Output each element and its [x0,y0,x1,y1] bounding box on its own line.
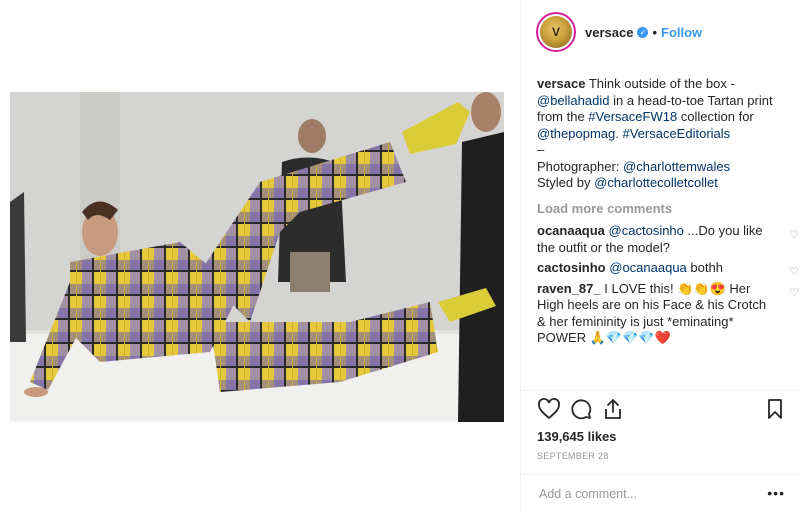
heart-icon[interactable] [537,397,561,421]
stylist-mention[interactable]: @charlottecolletcollet [594,175,718,190]
caption-hashtag-1[interactable]: #VersaceFW18 [588,109,677,124]
likes-count[interactable]: 139,645 likes [537,429,617,444]
photographer-label: Photographer: [537,158,624,174]
stylist-label: Styled by [537,175,595,190]
post-header: V versace ✓ • Follow [521,0,800,64]
comment-username[interactable]: ocanaaqua [537,223,605,238]
author-username[interactable]: versace [585,25,633,40]
comment-icon[interactable] [569,397,593,421]
comment-username[interactable]: cactosinho [537,260,606,275]
photographer-mention[interactable]: @charlottemwales [623,159,730,174]
comment-username[interactable]: raven_87_ [537,281,601,296]
photo-panel [0,0,520,511]
comment-heart-icon[interactable]: ♡ [789,285,799,302]
comment-mention[interactable]: @ocanaaqua [609,260,687,275]
caption-mention-2[interactable]: @thepopmag [537,126,615,141]
share-icon[interactable] [601,397,625,421]
load-more-comments-button[interactable]: Load more comments [537,201,787,218]
bookmark-icon[interactable] [763,397,787,421]
caption: versace Think outside of the box - @bell… [537,76,787,192]
comment-text: bothh [686,260,723,275]
comment-heart-icon[interactable]: ♡ [789,264,799,281]
caption-text-1: Think outside of the box - [588,76,735,91]
caption-stylist-line: Styled by @charlottecolletcollet [537,175,787,192]
post-date: SEPTEMBER 28 [537,451,609,461]
header-line: versace ✓ • Follow [585,25,702,40]
caption-text-3: collection for [677,109,754,124]
comment-input[interactable] [537,486,761,502]
caption-mention-1[interactable]: @bellahadid [537,93,609,108]
comment-item: raven_87_ I LOVE this! 👏👏😍 Her High heel… [537,281,799,347]
post-image[interactable] [10,92,504,422]
caption-username[interactable]: versace [537,76,585,91]
comment-item: cactosinho @ocanaaqua bothh ♡ [537,260,799,278]
post-image-art [10,92,504,422]
caption-dash: – [537,142,545,157]
comment-item: ocanaaqua @cactosinho ...Do you like the… [537,223,799,256]
caption-hashtag-2[interactable]: #VersaceEditorials [622,126,730,141]
more-options-button[interactable]: ••• [767,485,785,501]
header-separator: • [652,25,658,40]
action-icons [535,397,791,425]
follow-button[interactable]: Follow [661,25,702,40]
avatar-logo: V [540,16,572,48]
verified-badge-icon: ✓ [637,27,649,38]
caption-photographer-line: Photographer: @charlottemwales [537,159,787,176]
post-sidebar: V versace ✓ • Follow versace Think outsi… [520,0,800,511]
comment-heart-icon[interactable]: ♡ [789,227,799,244]
avatar[interactable]: V [536,12,576,52]
comments-section: versace Think outside of the box - @bell… [537,76,799,351]
add-comment-bar: ••• [521,474,800,513]
post-actions: 139,645 likes SEPTEMBER 28 ••• [521,390,800,512]
comment-mention[interactable]: @cactosinho [609,223,684,238]
